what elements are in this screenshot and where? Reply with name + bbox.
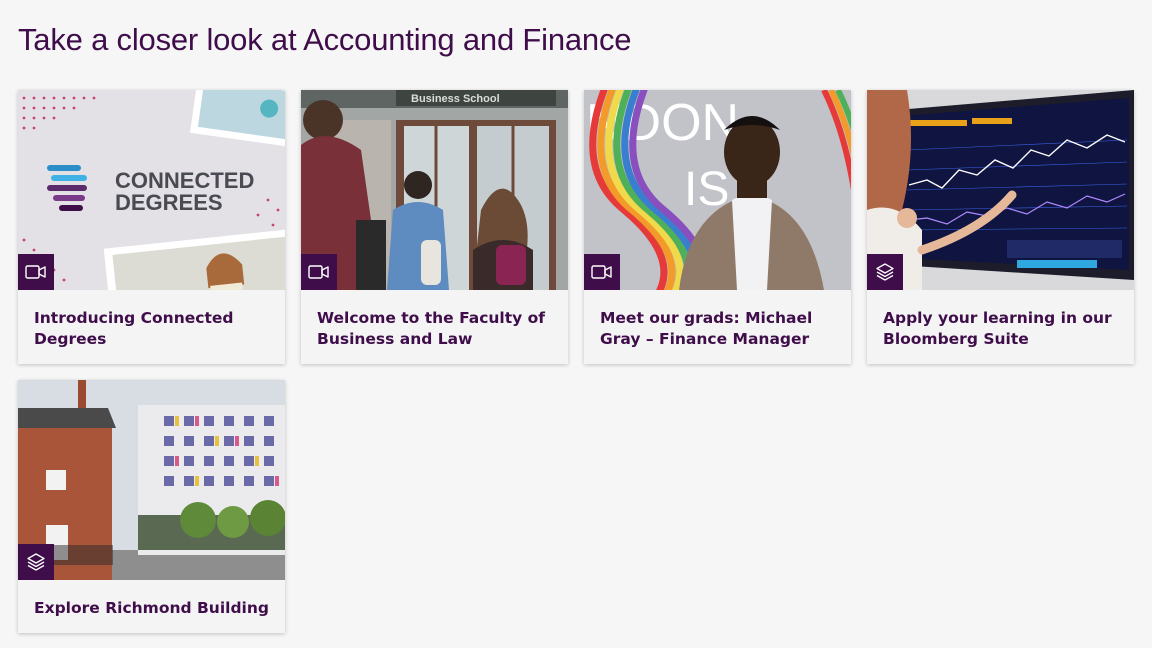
video-camera-icon	[584, 254, 620, 290]
section-title: Take a closer look at Accounting and Fin…	[18, 22, 632, 57]
card-meet-our-grads[interactable]: NDON IS Meet our grads: Michael Gray – F…	[584, 90, 851, 364]
card-image: CONNECTED DEGREES	[18, 90, 285, 290]
card-bloomberg-suite[interactable]: Apply your learning in our Bloomberg Sui…	[867, 90, 1134, 364]
video-camera-icon	[301, 254, 337, 290]
card-title: Apply your learning in our Bloomberg Sui…	[883, 309, 1112, 348]
connected-degrees-graphic: CONNECTED DEGREES	[18, 90, 285, 290]
image-sign-text: Business School	[411, 93, 500, 105]
business-school-entrance-photo: Business School	[301, 90, 568, 290]
card-image: NDON IS	[584, 90, 851, 290]
card-connected-degrees[interactable]: CONNECTED DEGREES Introducing Connected …	[18, 90, 285, 364]
layers-icon	[867, 254, 903, 290]
card-title: Meet our grads: Michael Gray – Finance M…	[600, 309, 813, 348]
card-faculty-business-law[interactable]: Business School Welcome to the Faculty o…	[301, 90, 568, 364]
card-image	[867, 90, 1134, 290]
card-title: Explore Richmond Building	[34, 599, 270, 617]
bloomberg-terminal-photo	[867, 90, 1134, 290]
card-richmond-building[interactable]: Explore Richmond Building	[18, 380, 285, 633]
image-text-line2: DEGREES	[115, 190, 223, 215]
richmond-building-photo	[18, 380, 285, 580]
card-title: Welcome to the Faculty of Business and L…	[317, 309, 546, 348]
layers-icon	[18, 544, 54, 580]
graduate-portrait-photo: NDON IS	[584, 90, 851, 290]
video-camera-icon	[18, 254, 54, 290]
card-image: Business School	[301, 90, 568, 290]
card-image	[18, 380, 285, 580]
card-title: Introducing Connected Degrees	[34, 309, 234, 348]
